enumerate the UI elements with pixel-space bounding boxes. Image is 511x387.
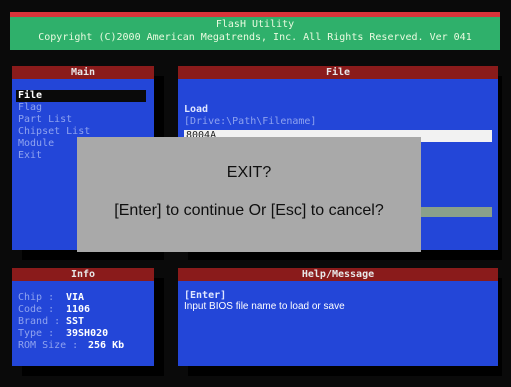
menu-item-part-list[interactable]: Part List — [18, 114, 72, 126]
info-value-rom-size: 256 Kb — [88, 340, 125, 351]
load-label: Load — [184, 104, 209, 115]
menu-item-module[interactable]: Module — [18, 138, 54, 150]
file-panel-header: File — [178, 66, 498, 79]
help-panel: Help/Message [Enter] Input BIOS file nam… — [178, 268, 498, 366]
title-bar: FlasH Utility Copyright (C)2000 American… — [10, 12, 500, 50]
info-label-code: Code : — [18, 304, 55, 315]
bios-flash-screen: FlasH Utility Copyright (C)2000 American… — [0, 0, 511, 387]
info-value-code: 1106 — [66, 304, 91, 315]
dialog-message: [Enter] to continue Or [Esc] to cancel? — [114, 202, 384, 219]
help-panel-header: Help/Message — [178, 268, 498, 281]
info-label-chip: Chip : — [18, 292, 55, 303]
info-value-type: 39SH020 — [66, 328, 109, 339]
info-label-type: Type : — [18, 328, 55, 339]
menu-item-flag[interactable]: Flag — [18, 102, 42, 114]
menu-item-file[interactable]: File — [18, 90, 42, 102]
exit-dialog[interactable]: EXIT? [Enter] to continue Or [Esc] to ca… — [77, 137, 421, 252]
info-panel: Info Chip : VIA Code : 1106 Brand : SST … — [12, 268, 154, 366]
copyright-line: Copyright (C)2000 American Megatrends, I… — [38, 32, 472, 43]
path-hint: [Drive:\Path\Filename] — [184, 116, 317, 127]
dialog-title: EXIT? — [226, 164, 272, 181]
info-value-chip: VIA — [66, 292, 85, 303]
info-label-rom-size: ROM Size : — [18, 340, 79, 351]
info-value-brand: SST — [66, 316, 85, 327]
help-text: Input BIOS file name to load or save — [184, 301, 345, 312]
app-title: FlasH Utility — [215, 19, 295, 30]
info-panel-header: Info — [12, 268, 154, 281]
menu-item-exit[interactable]: Exit — [18, 150, 42, 162]
info-label-brand: Brand : — [18, 316, 61, 327]
main-panel-header: Main — [12, 66, 154, 79]
file-panel-bar — [420, 207, 492, 217]
